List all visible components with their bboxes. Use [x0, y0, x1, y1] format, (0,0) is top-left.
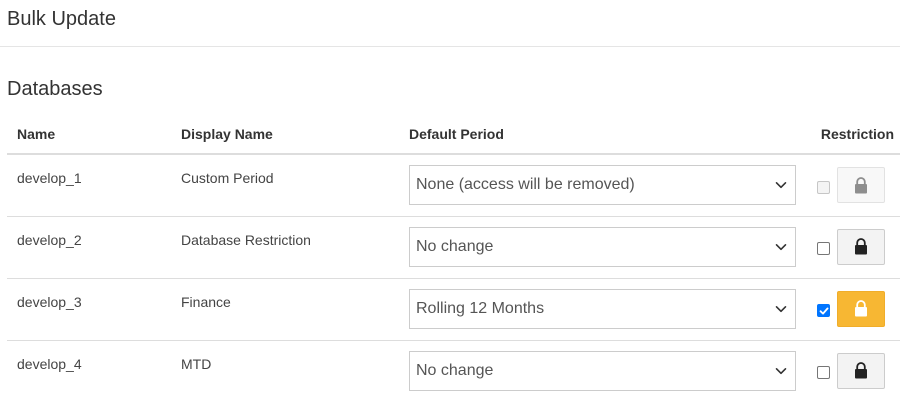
- cell-display-name: Database Restriction: [171, 216, 399, 279]
- restriction-lock-button[interactable]: [837, 290, 885, 327]
- column-header-name: Name: [7, 114, 171, 155]
- cell-default-period: None (access will be removed): [399, 154, 801, 217]
- default-period-select[interactable]: No change: [409, 350, 796, 391]
- cell-default-period: No change: [399, 216, 801, 279]
- table-row: develop_1 Custom Period None (access wil…: [7, 154, 900, 217]
- column-header-restriction: Restriction: [801, 114, 900, 155]
- chevron-down-icon: [775, 367, 787, 374]
- restriction-lock-button[interactable]: [837, 167, 885, 203]
- default-period-value: Rolling 12 Months: [416, 299, 545, 317]
- lock-icon: [855, 176, 867, 193]
- default-period-value: None (access will be removed): [416, 176, 635, 193]
- lock-icon: [855, 300, 867, 317]
- default-period-select[interactable]: None (access will be removed): [409, 165, 796, 205]
- lock-icon: [855, 238, 867, 255]
- cell-restriction: [801, 216, 900, 279]
- restriction-checkbox[interactable]: [817, 180, 830, 194]
- restriction-checkbox[interactable]: [817, 242, 830, 255]
- modal-title: Bulk Update: [7, 8, 116, 30]
- default-period-select[interactable]: Rolling 12 Months: [409, 288, 796, 329]
- cell-restriction: [801, 340, 900, 402]
- cell-display-name: MTD: [181, 355, 212, 372]
- modal-header: Bulk Update: [0, 0, 900, 47]
- chevron-down-icon: [775, 305, 787, 312]
- cell-name: develop_4: [17, 355, 82, 372]
- checkmark-icon: [819, 307, 828, 314]
- table-header-row: Name Display Name Default Period Restric…: [7, 114, 900, 155]
- cell-name: develop_2: [7, 216, 171, 279]
- default-period-value: No change: [416, 361, 494, 379]
- section-title: Databases: [7, 78, 103, 100]
- restriction-checkbox[interactable]: [817, 366, 830, 379]
- restriction-checkbox[interactable]: [817, 304, 830, 317]
- cell-restriction: [801, 278, 900, 341]
- databases-table: Name Display Name Default Period Restric…: [7, 114, 900, 402]
- cell-display-name: Custom Period: [171, 154, 399, 217]
- chevron-down-icon: [775, 243, 787, 250]
- table-row: develop_4 MTD No change: [7, 340, 900, 402]
- cell-name: develop_1: [7, 154, 171, 217]
- table-row: develop_2 Database Restriction No change: [7, 216, 900, 279]
- table-row: develop_3 Finance Rolling 12 Months: [7, 278, 900, 341]
- restriction-lock-button[interactable]: [837, 352, 885, 389]
- cell-display-name: Finance: [171, 278, 399, 341]
- restriction-lock-button[interactable]: [837, 228, 885, 265]
- column-header-default-period: Default Period: [399, 114, 801, 155]
- column-header-display-name: Display Name: [171, 114, 399, 155]
- default-period-value: No change: [416, 237, 494, 255]
- cell-restriction: [801, 154, 900, 217]
- cell-default-period: No change: [399, 340, 801, 402]
- chevron-down-icon: [775, 182, 787, 189]
- default-period-select[interactable]: No change: [409, 226, 796, 267]
- cell-name: develop_3: [7, 278, 171, 341]
- lock-icon: [855, 362, 867, 379]
- cell-default-period: Rolling 12 Months: [399, 278, 801, 341]
